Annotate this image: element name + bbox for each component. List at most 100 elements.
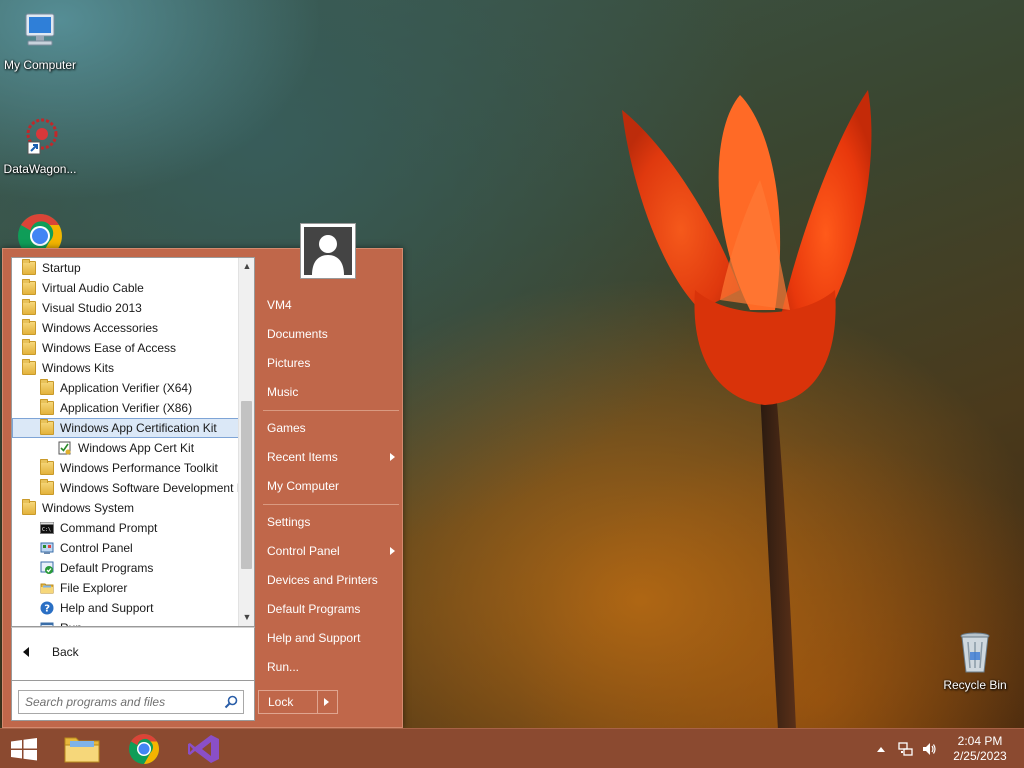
user-avatar[interactable] bbox=[300, 223, 356, 279]
program-item-label: Run bbox=[60, 618, 82, 626]
program-item[interactable]: Application Verifier (X64) bbox=[12, 378, 240, 398]
program-item[interactable]: Windows App Cert Kit bbox=[12, 438, 240, 458]
program-item[interactable]: Windows Accessories bbox=[12, 318, 240, 338]
program-item[interactable]: Windows System bbox=[12, 498, 240, 518]
start-menu-link[interactable]: Music bbox=[261, 378, 399, 406]
scroll-down-button[interactable]: ▼ bbox=[239, 609, 254, 626]
folder-icon bbox=[22, 499, 36, 515]
lock-divider bbox=[317, 691, 318, 713]
program-item-label: Windows Kits bbox=[42, 361, 115, 375]
scroll-thumb[interactable] bbox=[241, 401, 252, 569]
search-icon[interactable] bbox=[224, 695, 238, 709]
visual-studio-icon bbox=[188, 735, 219, 763]
program-item-label: Application Verifier (X64) bbox=[60, 381, 193, 395]
program-item[interactable]: Windows Kits bbox=[12, 358, 240, 378]
program-item-label: Windows System bbox=[42, 501, 135, 515]
default-programs-icon bbox=[40, 561, 54, 574]
program-item-label: Visual Studio 2013 bbox=[42, 301, 142, 315]
start-menu-link[interactable]: Default Programs bbox=[261, 595, 399, 623]
program-item[interactable]: Default Programs bbox=[12, 558, 240, 578]
separator bbox=[263, 504, 399, 505]
program-item[interactable]: Windows App Certification Kit bbox=[12, 418, 240, 438]
folder-icon bbox=[22, 259, 36, 275]
taskbar-chrome[interactable] bbox=[120, 729, 168, 768]
back-button[interactable]: Back bbox=[18, 642, 138, 662]
program-item-label: Control Panel bbox=[60, 541, 133, 555]
desktop-icon-my-computer[interactable]: My Computer bbox=[0, 8, 80, 72]
back-label: Back bbox=[52, 645, 79, 659]
start-menu-link[interactable]: Run... bbox=[261, 653, 399, 681]
chrome-icon bbox=[129, 734, 160, 764]
start-menu-link-label: Recent Items bbox=[267, 450, 338, 464]
start-menu-link-label: Music bbox=[267, 385, 299, 399]
taskbar-clock[interactable]: 2:04 PM 2/25/2023 bbox=[944, 734, 1016, 764]
start-menu-link-label: Settings bbox=[267, 515, 311, 529]
desktop-icon-label: Recycle Bin bbox=[943, 678, 1007, 692]
taskbar-visual-studio[interactable] bbox=[181, 729, 229, 768]
scroll-up-button[interactable]: ▲ bbox=[239, 258, 254, 275]
start-menu-link[interactable]: Devices and Printers bbox=[261, 566, 399, 594]
start-menu-link-label: Default Programs bbox=[267, 602, 361, 616]
program-item[interactable]: C:\ Command Prompt bbox=[12, 518, 240, 538]
desktop-icon-recycle-bin[interactable]: Recycle Bin bbox=[935, 628, 1015, 692]
start-menu-link-label: Devices and Printers bbox=[267, 573, 378, 587]
program-list-scrollbar[interactable]: ▲ ▼ bbox=[238, 258, 254, 626]
back-row: Back bbox=[11, 627, 255, 681]
windows-logo-icon bbox=[11, 738, 37, 761]
start-menu-link[interactable]: Documents bbox=[261, 320, 399, 348]
program-item[interactable]: ? Help and Support bbox=[12, 598, 240, 618]
system-tray bbox=[872, 729, 942, 768]
program-item[interactable]: Control Panel bbox=[12, 538, 240, 558]
start-menu-link[interactable]: Settings bbox=[261, 508, 399, 536]
program-item[interactable]: Windows Performance Toolkit bbox=[12, 458, 240, 478]
start-button[interactable] bbox=[0, 729, 48, 768]
datawagon-icon bbox=[16, 112, 64, 160]
taskbar-file-explorer[interactable] bbox=[58, 729, 106, 768]
program-item[interactable]: Virtual Audio Cable bbox=[12, 278, 240, 298]
program-item[interactable]: Startup bbox=[12, 258, 240, 278]
search-area bbox=[11, 681, 255, 721]
program-item[interactable]: Application Verifier (X86) bbox=[12, 398, 240, 418]
start-menu-link[interactable]: Control Panel bbox=[261, 537, 399, 565]
program-item-label: Application Verifier (X86) bbox=[60, 401, 193, 415]
start-menu-link[interactable]: Recent Items bbox=[261, 443, 399, 471]
start-menu-link[interactable]: Games bbox=[261, 414, 399, 442]
control-panel-icon bbox=[40, 542, 54, 554]
clock-time: 2:04 PM bbox=[957, 734, 1003, 748]
program-item[interactable]: File Explorer bbox=[12, 578, 240, 598]
start-menu-link[interactable]: Help and Support bbox=[261, 624, 399, 652]
desktop-icon-label: My Computer bbox=[3, 58, 77, 72]
program-item-label: Default Programs bbox=[60, 561, 154, 575]
program-item-label: Windows Software Development I bbox=[60, 481, 241, 495]
separator bbox=[263, 410, 399, 411]
help-icon: ? bbox=[40, 601, 54, 615]
start-menu-link-label: Games bbox=[267, 421, 306, 435]
folder-icon bbox=[22, 279, 36, 295]
program-item[interactable]: Run bbox=[12, 618, 240, 626]
start-menu-link[interactable]: Pictures bbox=[261, 349, 399, 377]
desktop-icon-datawagon[interactable]: DataWagon... bbox=[0, 112, 80, 176]
volume-icon[interactable] bbox=[921, 741, 937, 757]
network-icon[interactable] bbox=[898, 741, 914, 757]
program-item[interactable]: Visual Studio 2013 bbox=[12, 298, 240, 318]
svg-text:?: ? bbox=[44, 604, 50, 615]
submenu-arrow-icon bbox=[390, 453, 395, 461]
search-input[interactable] bbox=[18, 690, 244, 714]
program-item[interactable]: Windows Software Development I bbox=[12, 478, 240, 498]
folder-icon bbox=[22, 339, 36, 355]
show-hidden-icons-icon[interactable] bbox=[876, 745, 886, 753]
lock-options-arrow-icon[interactable] bbox=[324, 698, 329, 706]
folder-icon bbox=[40, 479, 54, 495]
program-item-label: Windows App Certification Kit bbox=[60, 421, 217, 435]
program-item-label: Help and Support bbox=[60, 601, 154, 615]
start-menu-link-label: VM4 bbox=[267, 298, 292, 312]
program-item-label: Windows Ease of Access bbox=[42, 341, 177, 355]
start-menu-link[interactable]: My Computer bbox=[261, 472, 399, 500]
tulip-wallpaper bbox=[622, 90, 872, 728]
cert-kit-icon bbox=[58, 441, 71, 455]
user-silhouette-icon bbox=[304, 227, 352, 275]
start-menu-link[interactable]: VM4 bbox=[261, 291, 399, 319]
folder-icon bbox=[40, 379, 54, 395]
program-item[interactable]: Windows Ease of Access bbox=[12, 338, 240, 358]
lock-button[interactable]: Lock bbox=[258, 690, 338, 714]
